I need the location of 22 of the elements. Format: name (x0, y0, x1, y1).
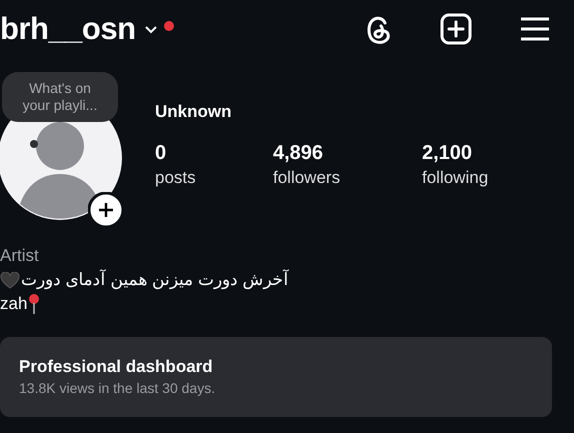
menu-icon[interactable] (520, 16, 550, 42)
bio-text: آخرش دورت میزنن همین آدمای دورت (21, 268, 289, 292)
category-label: Artist (0, 245, 40, 267)
stat-count[interactable]: 0 (155, 142, 273, 165)
stat-label[interactable]: posts (155, 168, 273, 188)
note-tooltip[interactable]: What's on your playli... (2, 72, 118, 122)
profile-name: Unknown (155, 102, 232, 122)
heart-icon (0, 272, 20, 288)
dashboard-subtitle: 13.8K views in the last 30 days. (19, 380, 216, 396)
add-icon[interactable] (440, 13, 472, 45)
stat-count[interactable]: 2,100 (422, 142, 562, 165)
stat-count[interactable]: 4,896 (273, 142, 391, 165)
stat-label[interactable]: followers (273, 168, 391, 188)
chevron-down-icon[interactable] (144, 24, 158, 34)
notification-dot (164, 21, 174, 31)
stat-label[interactable]: following (422, 168, 562, 188)
bio-text: zah (0, 293, 28, 315)
add-story-icon[interactable] (88, 192, 124, 228)
pin-icon (28, 294, 40, 314)
username[interactable]: brh__osn (0, 11, 136, 47)
dashboard-title: Professional dashboard (19, 357, 214, 377)
dashboard-card[interactable]: Professional dashboard 13.8K views in the last 30 days. (0, 337, 552, 417)
